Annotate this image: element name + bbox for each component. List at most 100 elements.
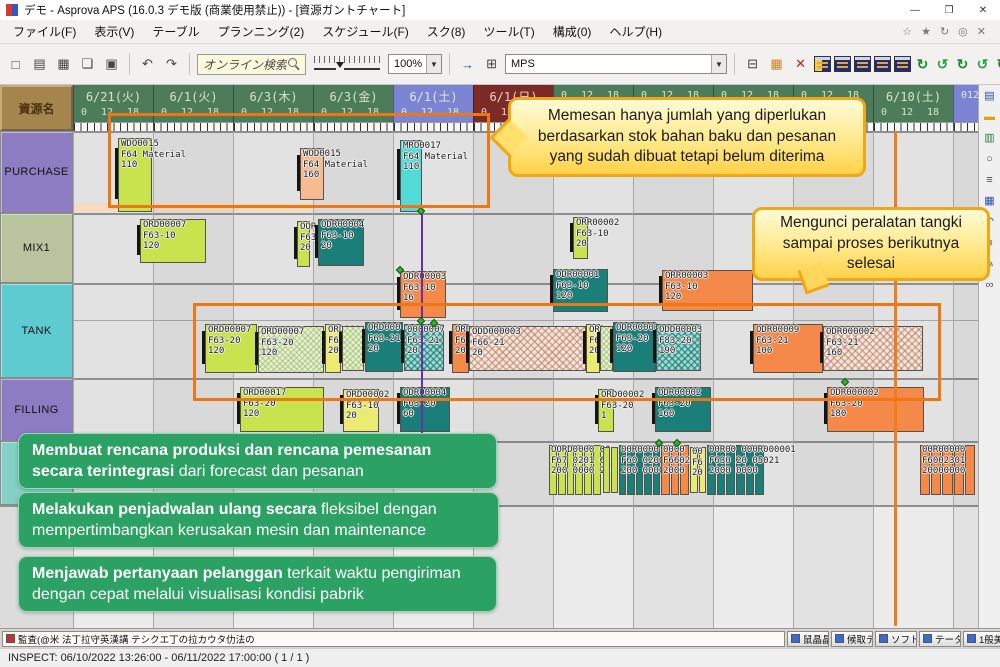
close-pane-icon[interactable]: ✕ xyxy=(977,25,986,38)
calendar-view-icon[interactable] xyxy=(854,56,871,72)
menu-item[interactable]: スク(8) xyxy=(418,23,475,40)
gantt-operation-bar[interactable]: 0000007F63-2120 xyxy=(404,324,444,371)
minimize-button[interactable]: — xyxy=(898,0,932,20)
reschedule-icon[interactable]: ↻ xyxy=(994,56,1000,73)
mps-select[interactable]: MPS ▼ xyxy=(505,54,727,74)
date-column-header[interactable]: 6/3(木)01218 xyxy=(233,85,313,131)
gantt-bar-cluster[interactable]: 00F620 xyxy=(690,447,706,493)
gantt-operation-bar[interactable]: ORD00007F63-20120 xyxy=(258,326,324,373)
export-icon[interactable]: → xyxy=(457,54,478,75)
gantt-bar-cluster[interactable]: OORD0000 00F67 0201 66200 0000 20 xyxy=(549,445,601,495)
gantt-operation-bar[interactable]: ORD00002F63-201 xyxy=(598,389,614,432)
gantt-operation-bar[interactable]: ORR00003F63-10120 xyxy=(662,270,753,311)
redo-icon[interactable]: ↷ xyxy=(161,54,182,75)
maximize-button[interactable]: ❐ xyxy=(932,0,966,20)
chart-icon[interactable]: ▦ xyxy=(982,194,997,208)
gantt-operation-bar[interactable]: ORD00007F63-10120 xyxy=(140,219,206,263)
date-column-header[interactable]: 6/21(火)01218 xyxy=(73,85,153,131)
gantt-operation-bar[interactable]: ODR00009F63-21100 xyxy=(753,324,823,373)
gantt-operation-bar[interactable]: MRO0017F64 Material110 xyxy=(400,140,422,212)
gantt-bar-cluster[interactable] xyxy=(603,447,618,493)
chevron-down-icon[interactable]: ▼ xyxy=(426,55,441,73)
star-icon[interactable]: ★ xyxy=(921,25,931,38)
gantt-bar-cluster[interactable]: 00R00000F600230120000000 xyxy=(920,445,975,495)
row-label-TANK[interactable]: TANK xyxy=(0,283,73,378)
search-input[interactable]: オンライン検索 xyxy=(197,54,306,75)
gantt-operation-bar[interactable]: ODR00004F63-2060 xyxy=(400,387,450,432)
calendar-view-icon[interactable] xyxy=(874,56,891,72)
save-icon[interactable]: ▤ xyxy=(29,54,50,75)
magnifier-icon[interactable]: ○ xyxy=(982,152,997,166)
window-tab-1[interactable]: 監査(@米 法丁拉守英漢講 テシクエ丁の拉カウタ仂法の xyxy=(2,631,785,647)
gantt-operation-bar[interactable]: ODR00001F63-20120 xyxy=(613,322,656,372)
reschedule-icon[interactable]: ↻ xyxy=(934,56,951,73)
gantt-operation-bar[interactable]: ODR00004F63-1020 xyxy=(318,219,364,266)
calendar-view-icon[interactable] xyxy=(834,56,851,72)
row-label-PURCHASE[interactable]: PURCHASE xyxy=(0,131,73,213)
gantt-operation-bar[interactable] xyxy=(611,447,618,493)
gantt-operation-bar[interactable]: ORR00002F63-1020 xyxy=(573,217,588,259)
gantt-bar-cluster[interactable]: 00R0000F60 0200200 0000 xyxy=(619,445,660,495)
gantt-operation-bar[interactable]: ORD00017F63-20120 xyxy=(240,387,324,432)
date-column-header[interactable]: 6/1(火)01218 xyxy=(153,85,233,131)
gantt-operation-bar[interactable]: ODR00001F63-10120 xyxy=(553,269,608,312)
gantt-operation-bar[interactable]: ODR000002F63-20180 xyxy=(827,387,924,432)
reschedule-icon[interactable]: ↻ xyxy=(914,56,931,73)
org-chart-icon[interactable]: ⊟ xyxy=(742,54,763,75)
calendar-view-icon[interactable] xyxy=(814,56,831,72)
date-column-header[interactable]: 6/3(金)01218 xyxy=(313,85,393,131)
menu-item[interactable]: ツール(T) xyxy=(474,23,543,40)
undo-icon[interactable]: ↶ xyxy=(137,54,158,75)
load-graph-icon[interactable]: ▬ xyxy=(982,110,997,124)
pin-icon[interactable]: ☆ xyxy=(902,25,912,38)
gantt-operation-bar[interactable]: ORD00002F63-1020 xyxy=(343,389,379,432)
zoom-select[interactable]: 100% ▼ xyxy=(388,54,442,74)
gantt-bar-cluster[interactable]: 00R00 000R000001F630 20 050212000 0000 xyxy=(707,445,764,495)
window-tab-2[interactable]: 鼠晶晶歌リ... xyxy=(787,631,829,647)
window-tab-6[interactable]: 1般美集未カ... xyxy=(963,631,1000,647)
menu-item[interactable]: ファイル(F) xyxy=(4,23,85,40)
paste-icon[interactable]: ▣ xyxy=(101,54,122,75)
search-icon[interactable] xyxy=(287,58,300,71)
result-gantt-icon[interactable]: ▥ xyxy=(982,131,997,145)
chevron-down-icon[interactable]: ▼ xyxy=(711,55,726,73)
account-icon[interactable]: ◎ xyxy=(958,25,968,38)
gantt-operation-bar[interactable]: ODD000003F66-2120 xyxy=(469,326,586,371)
gantt-bar-cluster[interactable]: 0000F66022000 xyxy=(661,445,689,495)
list-icon[interactable]: ≡ xyxy=(982,173,997,187)
gantt-operation-bar[interactable]: ODR00003F63-1016 xyxy=(400,271,446,318)
delete-icon[interactable]: ✕ xyxy=(790,54,811,75)
date-column-header[interactable]: 6/10(土)01218 xyxy=(873,85,953,131)
gantt-operation-bar[interactable]: WDO0015F64 Material110 xyxy=(118,138,152,212)
close-button[interactable]: ✕ xyxy=(966,0,1000,20)
row-label-FILLING[interactable]: FILLING xyxy=(0,378,73,441)
window-tab-4[interactable]: ソフトテーク... xyxy=(875,631,917,647)
gantt-operation-bar[interactable]: WOD0015F64 Material160 xyxy=(300,148,324,200)
gantt-operation-bar[interactable]: ODR00002F63-20160 xyxy=(655,387,711,432)
gantt-operation-bar[interactable]: ORD00007F63-20120 xyxy=(205,324,257,373)
reschedule-icon[interactable]: ↻ xyxy=(954,56,971,73)
reschedule-icon[interactable]: ↻ xyxy=(974,56,991,73)
gantt-operation-bar[interactable]: ORD000F63-2120 xyxy=(365,322,403,372)
refresh-icon[interactable]: ↻ xyxy=(940,25,949,38)
window-tab-5[interactable]: テータ入技カ... xyxy=(919,631,961,647)
menu-item[interactable]: テーブル xyxy=(143,23,208,40)
copy-icon[interactable]: ❏ xyxy=(77,54,98,75)
display-settings-icon[interactable]: ▦ xyxy=(53,54,74,75)
menu-item[interactable]: スケジュール(F) xyxy=(313,23,417,40)
gantt-operation-bar[interactable]: ODR000002F63-21160 xyxy=(823,326,923,371)
gantt-operation-bar[interactable] xyxy=(603,447,610,493)
gantt-operation-bar[interactable] xyxy=(965,445,975,495)
menu-item[interactable]: ヘルプ(H) xyxy=(600,23,671,40)
row-label-MIX1[interactable]: MIX1 xyxy=(0,213,73,283)
gantt-operation-bar[interactable]: ODD00003F83-20190 xyxy=(656,324,701,371)
menu-item[interactable]: プランニング(2) xyxy=(209,23,314,40)
window-tab-3[interactable]: 候取テーブル... xyxy=(831,631,873,647)
new-icon[interactable]: □ xyxy=(5,54,26,75)
date-column-header[interactable]: 6/1(土)01218 xyxy=(393,85,473,131)
menu-item[interactable]: 表示(V) xyxy=(85,23,143,40)
date-column-header[interactable]: 01218 xyxy=(953,85,978,131)
gantt-operation-bar[interactable] xyxy=(342,326,364,371)
zoom-slider[interactable] xyxy=(314,54,380,74)
menu-item[interactable]: 構成(0) xyxy=(544,23,601,40)
